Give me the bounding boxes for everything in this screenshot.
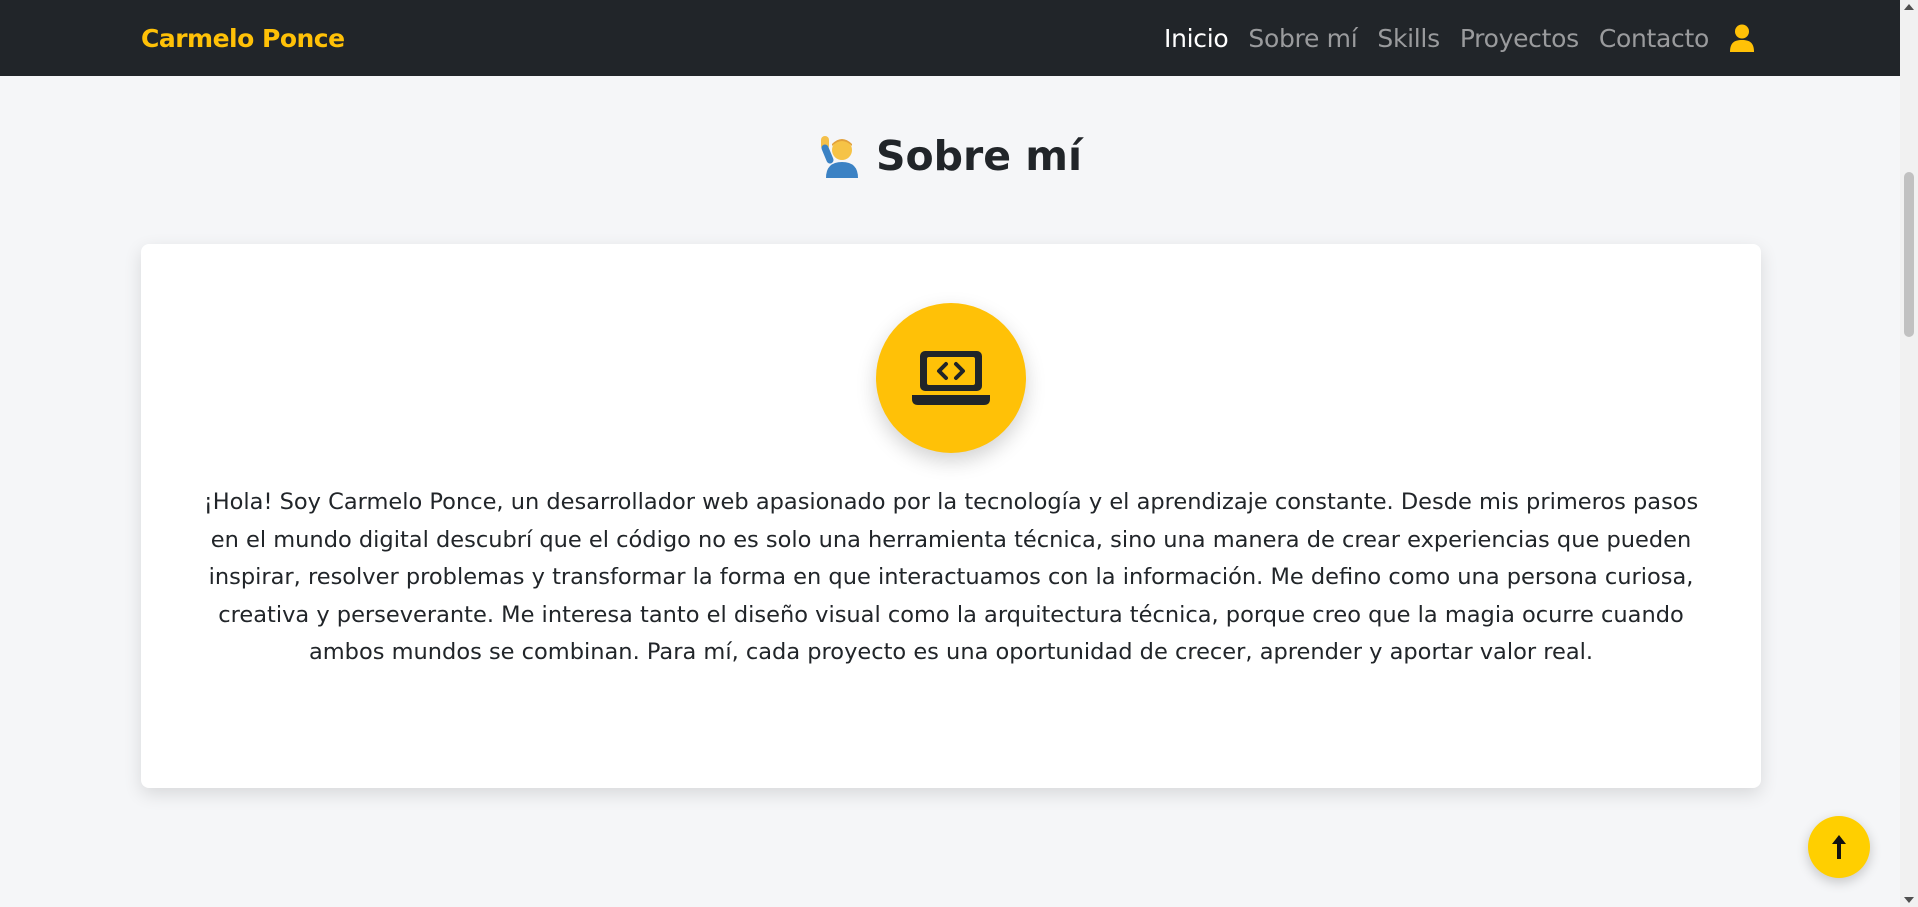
user-icon[interactable] [1729,23,1755,53]
scroll-down-arrow-icon[interactable] [1904,897,1914,903]
nav-link-contacto[interactable]: Contacto [1599,24,1709,53]
about-card: ¡Hola! Soy Carmelo Ponce, un desarrollad… [141,244,1761,788]
arrow-up-icon [1832,835,1846,859]
nav-link-inicio[interactable]: Inicio [1164,24,1229,53]
person-raising-hand-icon [818,134,858,178]
brand-logo[interactable]: Carmelo Ponce [141,0,345,76]
back-to-top-button[interactable] [1808,816,1870,878]
nav-link-sobre-mi[interactable]: Sobre mí [1248,24,1357,53]
avatar [876,303,1026,453]
nav-link-proyectos[interactable]: Proyectos [1460,24,1579,53]
section-title: Sobre mí [875,132,1083,180]
laptop-code-icon [912,351,990,405]
navbar: Carmelo Ponce Inicio Sobre mí Skills Pro… [0,0,1900,76]
bio-text: ¡Hola! Soy Carmelo Ponce, un desarrollad… [203,489,1699,665]
section-heading: Sobre mí [0,132,1900,180]
scroll-thumb[interactable] [1904,172,1914,337]
nav-link-skills[interactable]: Skills [1377,24,1440,53]
scrollbar[interactable] [1900,0,1918,907]
scroll-up-arrow-icon[interactable] [1904,4,1914,10]
nav-links: Inicio Sobre mí Skills Proyectos Contact… [1164,0,1755,76]
